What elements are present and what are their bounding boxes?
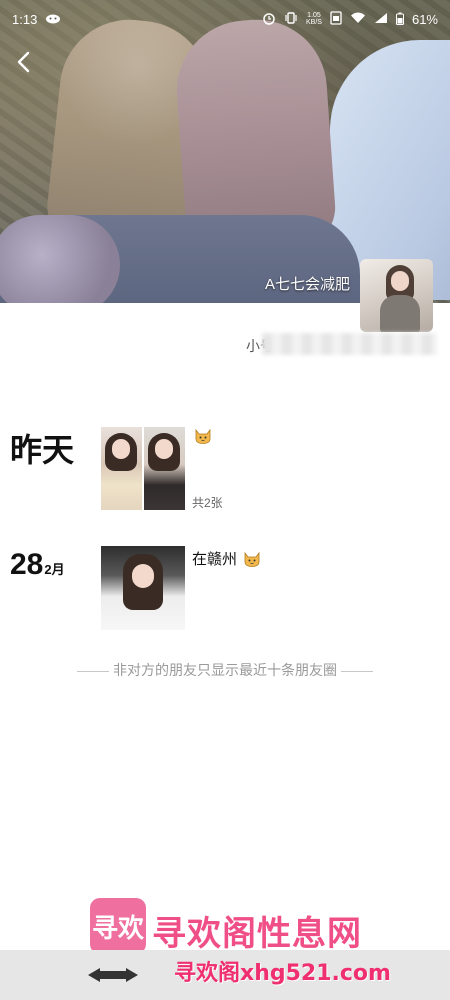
net-speed-unit: KB/S (306, 19, 322, 26)
post-photo[interactable] (101, 546, 185, 630)
drag-handle-icon[interactable] (86, 963, 140, 987)
watermark-logo: 寻欢 (90, 898, 146, 954)
watermark-url: 寻欢阁xhg521.com (174, 961, 391, 986)
watermark-title: 寻欢阁性息网 (152, 914, 362, 954)
alarm-icon (262, 11, 276, 27)
signal-icon (374, 12, 388, 26)
cat-emoji-icon (244, 551, 260, 567)
net-speed: 1.05 KB/S (306, 12, 322, 26)
post-date-28feb: 282月 (10, 548, 65, 582)
wifi-icon (350, 12, 366, 26)
post-text-yesterday (192, 428, 212, 445)
photo-count: 共2张 (192, 496, 223, 510)
cover-fur (0, 215, 120, 303)
battery-percent: 61% (411, 11, 438, 27)
net-speed-value: 1.05 (307, 12, 321, 19)
photo-face (155, 439, 173, 459)
avatar[interactable] (360, 259, 433, 332)
photo-face (112, 439, 130, 459)
avatar-face (391, 271, 409, 291)
post-date-month: 2月 (44, 562, 65, 577)
post-photo[interactable] (144, 427, 185, 510)
signature-blur-mask (262, 333, 437, 355)
status-right: 1.05 KB/S 61% (262, 11, 438, 27)
photo-face (132, 564, 154, 588)
post-text-28feb-content: 在赣州 (192, 551, 238, 568)
post-date-day: 28 (10, 548, 44, 581)
cover-photo[interactable] (0, 0, 450, 303)
post-text-28feb: 在赣州 (192, 548, 261, 569)
status-time: 1:13 (12, 11, 38, 27)
app-notification-icon (45, 12, 61, 26)
sim-icon (330, 11, 342, 27)
avatar-body (380, 295, 420, 332)
status-bar: 1:13 1.05 KB/S 61% (0, 0, 450, 38)
vibrate-icon (284, 11, 298, 27)
friends-only-note: 非对方的朋友只显示最近十条朋友圈 (0, 660, 450, 680)
cat-emoji-icon (195, 428, 211, 444)
profile-name: A七七会减肥 (264, 276, 350, 293)
friends-only-note-text: 非对方的朋友只显示最近十条朋友圈 (113, 662, 337, 678)
divider-left (77, 670, 109, 672)
divider-right (341, 670, 373, 672)
chevron-left-icon (17, 51, 30, 73)
back-button[interactable] (10, 48, 38, 76)
post-date-yesterday: 昨天 (10, 432, 75, 468)
status-left: 1:13 (12, 12, 61, 27)
battery-icon (395, 12, 404, 27)
post-photo[interactable] (101, 427, 142, 510)
